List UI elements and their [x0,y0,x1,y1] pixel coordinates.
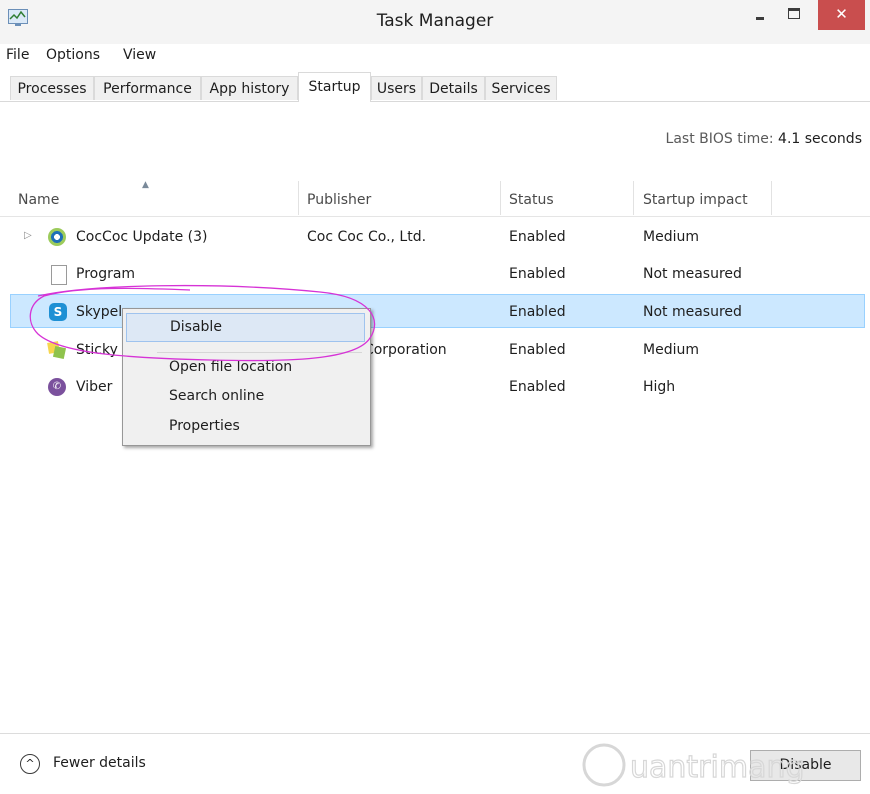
context-menu-search-online-label: Search online [169,388,265,404]
row-startup-impact: Medium [643,342,699,358]
window-title: Task Manager [376,11,494,31]
expand-chevron-icon[interactable]: ▷ [24,230,32,241]
fewer-details-link[interactable]: Fewer details [53,755,146,771]
tab-performance[interactable]: Performance [94,76,201,100]
context-menu-search-online[interactable]: Search online [126,383,365,412]
row-status: Enabled [509,304,566,320]
row-startup-impact: Medium [643,229,699,245]
tab-strip: Processes Performance App history Startu… [0,71,870,102]
tab-app-history[interactable]: App history [201,76,298,100]
tab-processes[interactable]: Processes [10,76,94,100]
row-name: Sticky [76,342,118,358]
minimize-button[interactable] [745,0,775,30]
row-status: Enabled [509,379,566,395]
menu-bar: File Options View [0,44,870,66]
row-startup-impact: Not measured [643,266,742,282]
context-menu-separator [157,352,362,353]
menu-view[interactable]: View [123,47,156,63]
file-icon [51,265,67,285]
row-name: Viber [76,379,113,395]
row-name: Skypel [76,304,123,320]
menu-file[interactable]: File [6,47,29,63]
context-menu-properties[interactable]: Properties [126,413,365,442]
tab-details[interactable]: Details [422,76,485,100]
coccoc-icon [48,228,66,246]
viber-icon: ✆ [48,378,66,396]
bios-time: Last BIOS time: 4.1 seconds [666,131,862,147]
row-status: Enabled [509,342,566,358]
disable-button[interactable]: Disable [750,750,861,781]
table-row-coccoc[interactable]: ▷ CocCoc Update (3) Coc Coc Co., Ltd. En… [10,220,865,254]
tab-services[interactable]: Services [485,76,557,100]
row-name: Program [76,266,136,282]
row-startup-impact: Not measured [643,304,742,320]
tab-users[interactable]: Users [371,76,422,100]
chevron-up-icon[interactable]: ^ [20,754,40,774]
row-name: CocCoc Update (3) [76,229,208,245]
menu-options[interactable]: Options [46,47,100,63]
context-menu-open-file-location-label: Open file location [169,359,293,375]
title-bar: Task Manager ✕ [0,0,870,44]
tab-startup[interactable]: Startup [298,72,371,102]
context-menu-open-file-location[interactable]: Open file location [126,354,365,383]
context-menu-disable-label: Disable [170,319,222,335]
row-status: Enabled [509,229,566,245]
close-icon: ✕ [835,5,848,23]
bios-time-label: Last BIOS time: [665,131,774,147]
table-row-program[interactable]: Program Enabled Not measured [10,257,865,291]
row-publisher: Coc Coc Co., Ltd. [307,229,427,245]
context-menu-properties-label: Properties [169,418,240,434]
close-button[interactable]: ✕ [818,0,865,30]
context-menu: Disable Open file location Search online… [122,308,371,446]
maximize-button[interactable] [780,0,810,30]
sticky-notes-icon [47,341,67,360]
sort-ascending-icon: ▲ [142,180,149,190]
row-status: Enabled [509,266,566,282]
row-startup-impact: High [643,379,676,395]
skype-icon: S [49,303,67,321]
context-menu-disable[interactable]: Disable [126,313,365,342]
bios-time-value: 4.1 seconds [778,131,862,147]
